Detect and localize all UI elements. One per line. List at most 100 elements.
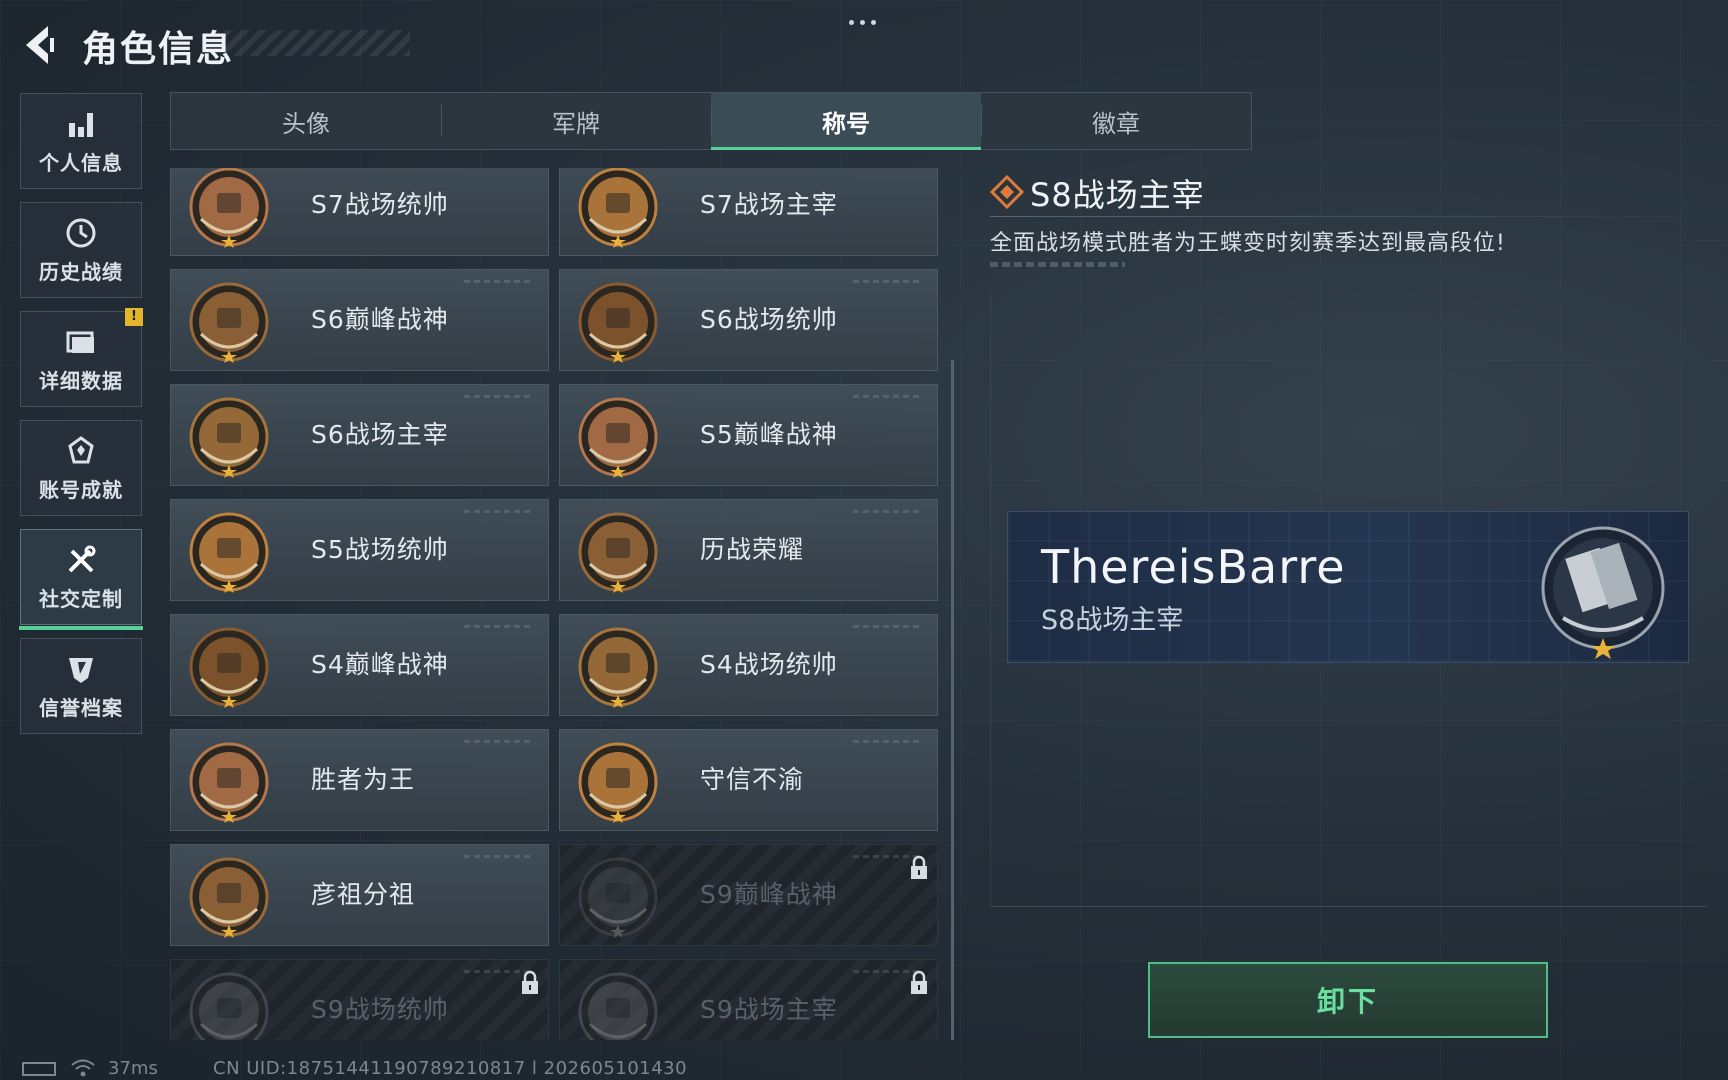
card-decoration [464,740,534,743]
title-card[interactable]: S5战场统帅 [170,499,549,601]
bar-chart-icon [69,112,93,137]
tab-avatar[interactable]: 头像 [171,93,441,149]
card-decoration [853,625,923,628]
title-card-label: S9巅峰战神 [700,880,838,909]
title-card-label: 历战荣耀 [700,535,805,564]
title-card-label: S6巅峰战神 [311,305,449,334]
selected-title-description: 全面战场模式胜者为王蝶变时刻赛季达到最高段位! [990,231,1506,256]
card-decoration [464,855,534,858]
side-navigation: 个人信息 历史战绩 详细数据 ! 账号成就 社交定制 信誉档案 [19,93,144,747]
title-card[interactable]: S7战场统帅 [170,168,549,256]
medal-emblem-icon [189,742,269,823]
title-preview-card: ThereisBarre S8战场主宰 [1007,511,1689,663]
portrait-emblem-icon [189,857,269,938]
sidebar-item-label: 历史战绩 [39,259,123,284]
top-bar: 角色信息 [0,0,1728,90]
night-vision-emblem-icon [189,627,269,708]
history-clock-icon [66,218,96,247]
title-card[interactable]: S9战场统帅 [170,959,549,1040]
title-card-label: 守信不渝 [700,765,805,794]
sidebar-item-social-custom[interactable]: 社交定制 [19,529,143,630]
notification-badge: ! [125,308,143,326]
title-card[interactable]: 胜者为王 [170,729,549,831]
warship-emblem-icon [189,972,269,1040]
list-scrollbar[interactable] [951,360,954,1040]
title-card[interactable]: S5巅峰战神 [559,384,938,486]
card-decoration [853,510,923,513]
missile-emblem-icon [578,627,658,708]
sidebar-item-detailed-data[interactable]: 详细数据 ! [20,308,143,407]
title-card-label: S7战场主宰 [700,190,838,219]
sidebar-item-label: 社交定制 [39,586,123,611]
card-decoration [464,280,534,283]
scales-emblem-icon [578,742,658,823]
title-card[interactable]: S6战场统帅 [559,269,938,371]
title-card[interactable]: 守信不渝 [559,729,938,831]
explosion-emblem-icon [578,972,658,1040]
player-name: ThereisBarre [1041,540,1346,594]
sidebar-item-label: 信誉档案 [39,695,123,720]
title-card-label: S6战场统帅 [700,305,838,334]
title-decoration [225,30,410,56]
card-decoration [853,740,923,743]
tab-title[interactable]: 称号 [711,93,981,150]
title-card-label: S4巅峰战神 [311,650,449,679]
preview-title-text: S8战场主宰 [1041,605,1184,636]
title-card[interactable]: S9巅峰战神 [559,844,938,946]
wings-emblem-icon [189,397,269,478]
tab-dogtag[interactable]: 军牌 [441,93,711,149]
achievement-icon [68,435,94,463]
title-card-label: S5巅峰战神 [700,420,838,449]
lock-icon [522,970,538,994]
title-card[interactable]: 历战荣耀 [559,499,938,601]
back-arrow-icon[interactable] [20,22,60,68]
card-decoration [464,625,534,628]
sidebar-item-personal-info[interactable]: 个人信息 [20,93,142,189]
folder-icon [66,331,94,353]
title-card-label: S9战场主宰 [700,995,838,1024]
gas-mask-emblem-icon [578,397,658,478]
page-title: 角色信息 [82,29,235,70]
title-card[interactable]: S9战场主宰 [559,959,938,1040]
title-emblem-icon [1541,526,1665,659]
tab-badge[interactable]: 徽章 [981,93,1251,149]
title-card[interactable]: S6巅峰战神 [170,269,549,371]
boat-emblem-icon [189,512,269,593]
title-card-label: 彦祖分祖 [311,880,416,909]
helmet-emblem-icon [189,282,269,363]
lock-icon [911,855,927,879]
tank-emblem-icon [189,168,269,248]
more-options-icon[interactable] [846,10,882,26]
card-decoration [853,280,923,283]
title-card[interactable]: 彦祖分祖 [170,844,549,946]
card-decoration [464,395,534,398]
title-card[interactable]: S6战场主宰 [170,384,549,486]
wifi-icon [71,1059,95,1077]
building-emblem-icon [578,857,658,938]
ping-readout: 37ms [108,1058,158,1079]
tools-icon [68,545,96,572]
selected-title-name: S8战场主宰 [1030,176,1205,214]
title-card[interactable]: S4巅峰战神 [170,614,549,716]
title-list: S7战场统帅 S7战场主宰 S6巅峰战神 S6战场统帅 S6战场主宰 S5巅峰战神 S5战场… [170,168,940,1040]
user-uid: CN UID:18751441190789210817 l 2026051014… [213,1058,688,1079]
title-card[interactable]: S7战场主宰 [559,168,938,256]
unequip-button[interactable]: 卸下 [1148,962,1548,1038]
sidebar-item-history[interactable]: 历史战绩 [20,202,142,298]
commander-emblem-icon [578,168,658,248]
sidebar-item-label: 个人信息 [39,150,123,175]
title-card-label: S6战场主宰 [311,420,449,449]
card-decoration [853,395,923,398]
category-tabs: 头像 军牌 称号 徽章 [170,92,1252,150]
title-card-label: 胜者为王 [311,765,416,794]
jet-emblem-icon [578,282,658,363]
sidebar-item-credit-record[interactable]: 信誉档案 [20,638,142,734]
title-diamond-icon [990,175,1024,209]
sidebar-item-label: 账号成就 [39,477,123,502]
status-bar: 37ms CN UID:18751441190789210817 l 20260… [0,1056,1728,1080]
title-card-label: S9战场统帅 [311,995,449,1024]
title-card-label: S4战场统帅 [700,650,838,679]
title-card[interactable]: S4战场统帅 [559,614,938,716]
sidebar-item-label: 详细数据 [39,368,123,393]
sidebar-item-achievements[interactable]: 账号成就 [20,420,142,516]
